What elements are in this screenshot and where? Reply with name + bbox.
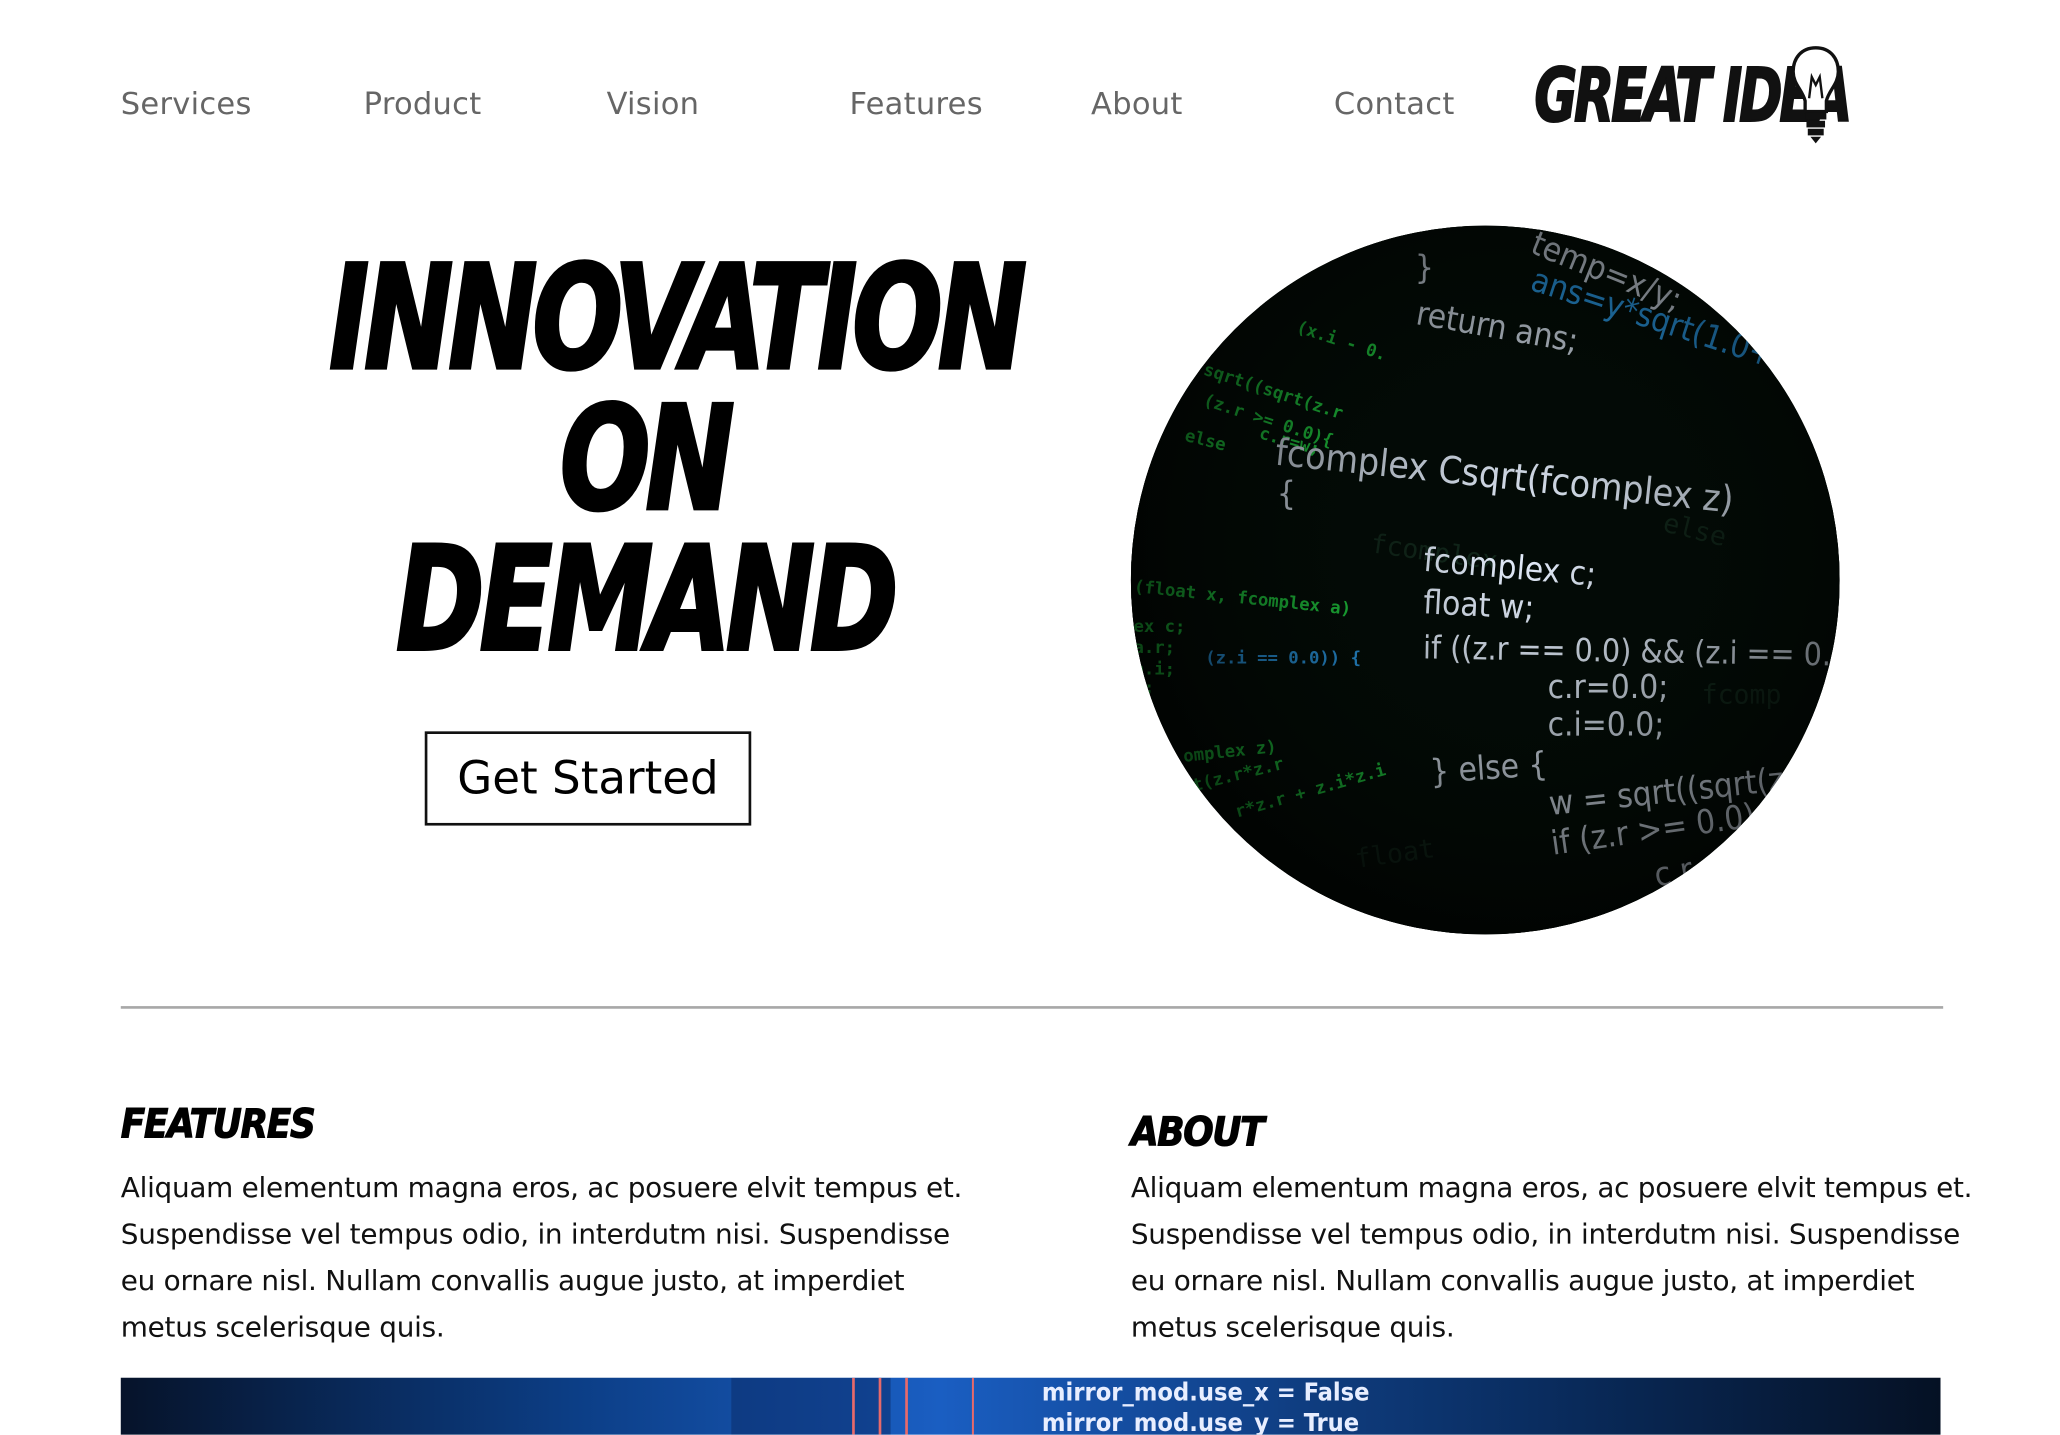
- page: Services Product Vision Features About C…: [0, 0, 2060, 1435]
- nav-link-features[interactable]: Features: [849, 88, 982, 123]
- get-started-button[interactable]: Get Started: [424, 731, 752, 826]
- lightbulb-icon: [1791, 46, 1840, 144]
- about-body: Aliquam elementum magna eros, ac posuere…: [1130, 1172, 1973, 1344]
- features-body: Aliquam elementum magna eros, ac posuere…: [120, 1172, 963, 1344]
- banner-code-line: mirror_mod.use_x = False: [1042, 1378, 1370, 1407]
- hero-title-line: DEMAND: [395, 517, 900, 684]
- nav-link-services[interactable]: Services: [121, 88, 252, 123]
- banner-code-screenshot: mirror_mod.use_x = Falsemirror_mod.use_y…: [731, 1377, 1370, 1435]
- banner-code-line: mirror_mod.use_y = True: [1042, 1408, 1359, 1435]
- hero-title-line: ON: [559, 376, 736, 543]
- about-heading: ABOUT: [1130, 1109, 1265, 1157]
- features-heading: FEATURES: [120, 1101, 316, 1149]
- nav-link-contact[interactable]: Contact: [1334, 88, 1455, 123]
- nav-link-about[interactable]: About: [1091, 88, 1183, 123]
- hero-code-image: (x.i - 0.sqrt((sqrt(z.r(z.r >= 0.0){c.r=…: [1130, 225, 1840, 935]
- hero-title-line: INNOVATION: [328, 236, 1028, 403]
- brand-logo[interactable]: GREAT IDEA: [1534, 37, 1853, 148]
- hero-title: INNOVATION ON DEMAND: [260, 236, 1030, 684]
- code-screenshot: (x.i - 0.sqrt((sqrt(z.r(z.r >= 0.0){c.r=…: [1130, 225, 1840, 935]
- section-divider: [120, 1006, 1944, 1009]
- nav-link-vision[interactable]: Vision: [607, 88, 700, 123]
- nav-link-product[interactable]: Product: [364, 88, 482, 123]
- top-nav: Services Product Vision Features About C…: [0, 0, 2060, 186]
- code-banner-image: mirror_mod.use_x = False mirror_mod.use_y…: [120, 1377, 1941, 1435]
